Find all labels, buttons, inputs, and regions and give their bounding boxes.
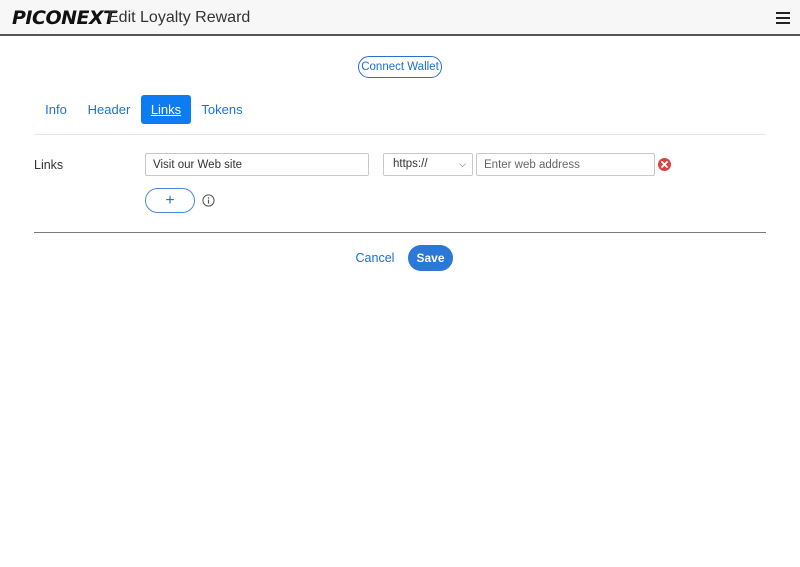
tab-info[interactable]: Info [34, 95, 78, 124]
tab-tokens[interactable]: Tokens [195, 95, 249, 124]
web-address-input[interactable] [476, 153, 655, 176]
piconext-logo: PICONEXT [12, 7, 116, 29]
cancel-button[interactable]: Cancel [352, 248, 398, 268]
tab-header[interactable]: Header [83, 95, 135, 124]
page-title: Edit Loyalty Reward [108, 9, 251, 26]
hamburger-menu-icon[interactable] [776, 12, 790, 24]
remove-link-icon[interactable] [658, 158, 671, 171]
form-divider [34, 232, 766, 233]
save-button[interactable]: Save [408, 245, 453, 271]
connect-wallet-button[interactable]: Connect Wallet [358, 56, 442, 78]
add-link-button[interactable]: + [145, 188, 195, 213]
protocol-value: https:// [393, 158, 428, 170]
link-text-input[interactable] [145, 153, 369, 176]
protocol-select[interactable]: https:// ⌵ [383, 153, 473, 176]
top-bar: PICONEXT Edit Loyalty Reward [0, 0, 800, 36]
chevron-down-icon: ⌵ [459, 159, 466, 169]
links-label: Links [34, 158, 64, 172]
tab-links[interactable]: Links [141, 95, 191, 124]
info-icon[interactable] [202, 194, 215, 207]
tab-divider [34, 134, 766, 135]
